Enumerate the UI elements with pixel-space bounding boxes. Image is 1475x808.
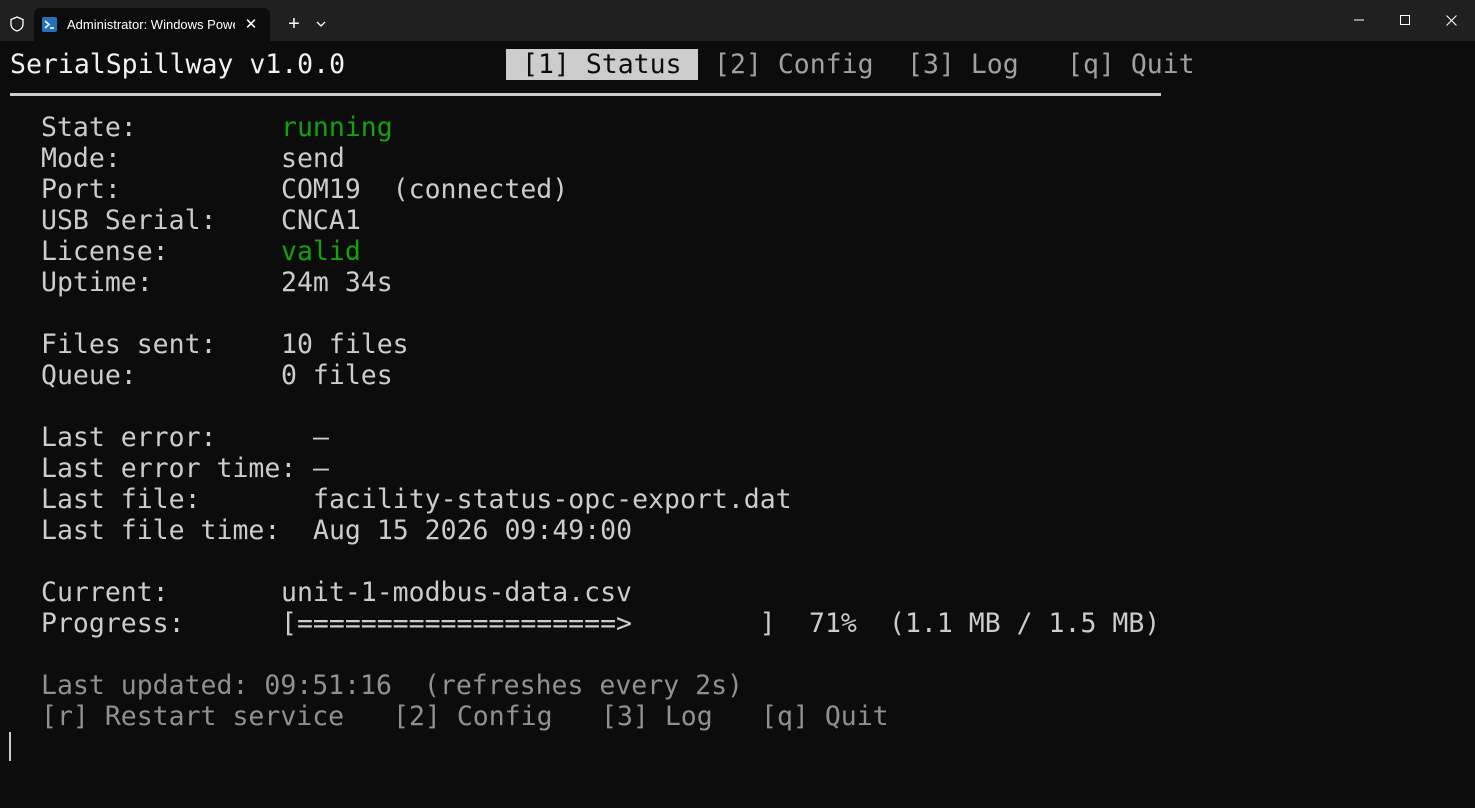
current-file-value: unit-1-modbus-data.csv — [281, 577, 632, 608]
files-sent-label: Files sent: — [41, 329, 217, 360]
usb-serial-label: USB Serial: — [41, 205, 217, 236]
port-label: Port: — [41, 174, 121, 205]
powershell-icon — [42, 17, 57, 32]
title-bar: Administrator: Windows PowerShell ✕ + — [0, 0, 1475, 41]
usb-serial-value: CNCA1 — [281, 205, 361, 236]
progress-percent: 71% — [809, 608, 857, 639]
last-error-value: — — [313, 422, 329, 453]
terminal-window: Administrator: Windows PowerShell ✕ + — [0, 0, 1475, 808]
files-sent-value: 10 files — [281, 329, 409, 360]
footer-quit-key[interactable]: [q] Quit — [761, 701, 889, 732]
state-label: State: — [41, 112, 137, 143]
uptime-label: Uptime: — [41, 267, 153, 298]
license-label: License: — [41, 236, 169, 267]
minimize-icon — [1354, 19, 1364, 21]
menu-quit[interactable]: [q] Quit — [1067, 49, 1195, 80]
maximize-icon — [1400, 15, 1410, 25]
restart-service-key[interactable]: [r] Restart service — [41, 701, 344, 732]
new-tab-button[interactable]: + — [282, 12, 306, 36]
uptime-value: 24m 34s — [281, 267, 393, 298]
chevron-down-icon[interactable] — [312, 14, 330, 34]
state-value: running — [281, 112, 393, 143]
last-error-label: Last error: — [41, 422, 217, 453]
text-cursor — [9, 732, 11, 761]
queue-label: Queue: — [41, 360, 137, 391]
close-window-button[interactable] — [1428, 0, 1474, 41]
last-file-time-label: Last file time: — [41, 515, 281, 546]
last-updated-text: Last updated: 09:51:16 (refreshes every … — [41, 670, 743, 701]
queue-value: 0 files — [281, 360, 393, 391]
progress-bar: [====================> ] — [281, 608, 776, 639]
app-title: SerialSpillway v1.0.0 — [10, 49, 346, 80]
minimize-button[interactable] — [1336, 0, 1382, 41]
last-file-value: facility-status-opc-export.dat — [313, 484, 792, 515]
menu-status[interactable]: [1] Status — [506, 49, 698, 80]
admin-shield-icon — [10, 16, 24, 32]
port-value: COM19 (connected) — [281, 174, 569, 205]
last-error-time-label: Last error time: — [41, 453, 297, 484]
terminal-output[interactable]: SerialSpillway v1.0.0 [1] Status [2] Con… — [0, 41, 1475, 808]
footer-log-key[interactable]: [3] Log — [601, 701, 713, 732]
current-label: Current: — [41, 577, 169, 608]
menu-log[interactable]: [3] Log — [907, 49, 1019, 80]
tab-powershell[interactable]: Administrator: Windows PowerShell ✕ — [34, 8, 270, 41]
last-error-time-value: — — [313, 453, 329, 484]
close-tab-icon[interactable]: ✕ — [240, 14, 262, 36]
last-file-label: Last file: — [41, 484, 201, 515]
progress-bytes: (1.1 MB / 1.5 MB) — [889, 608, 1161, 639]
menu-config[interactable]: [2] Config — [714, 49, 874, 80]
footer-config-key[interactable]: [2] Config — [393, 701, 553, 732]
progress-label: Progress: — [41, 608, 185, 639]
close-icon — [1446, 15, 1457, 26]
tab-title: Administrator: Windows PowerShell — [67, 17, 235, 32]
header-divider — [10, 93, 1161, 96]
last-file-time-value: Aug 15 2026 09:49:00 — [313, 515, 633, 546]
mode-label: Mode: — [41, 143, 121, 174]
license-value: valid — [281, 236, 361, 267]
maximize-button[interactable] — [1382, 0, 1428, 41]
mode-value: send — [281, 143, 345, 174]
